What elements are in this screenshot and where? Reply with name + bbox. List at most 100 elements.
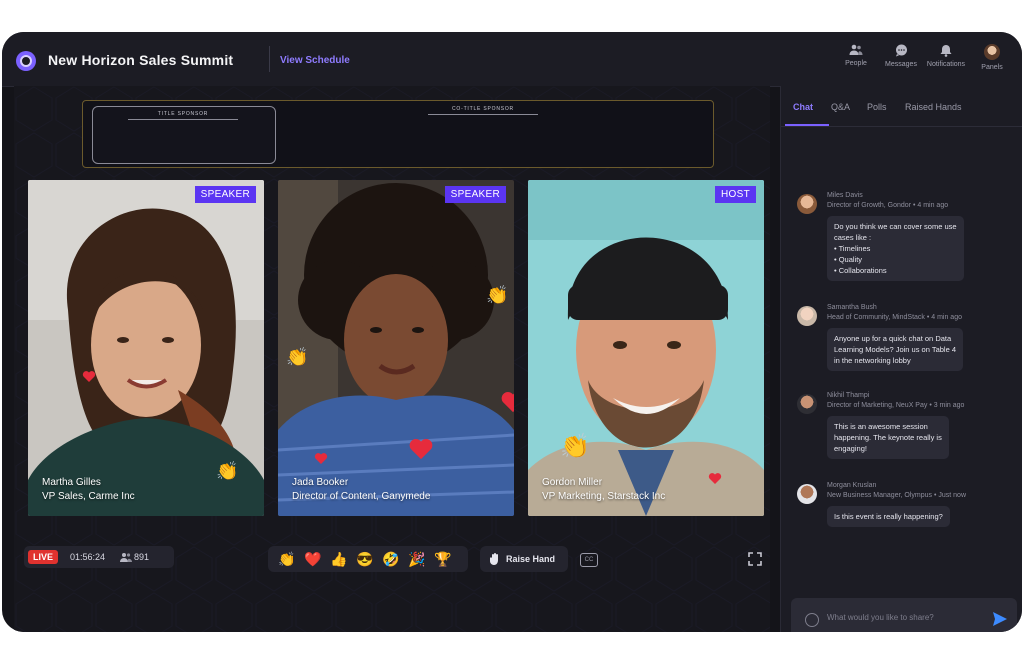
message-meta: Director of Growth, Gondor • 4 min ago: [827, 202, 949, 209]
app-window: New Horizon Sales Summit View Schedule P…: [2, 32, 1022, 632]
co-title-sponsor-label: CO-TITLE SPONSOR: [452, 106, 514, 112]
participant-title: Director of Content, Ganymede: [292, 491, 431, 502]
message-author: Miles Davis: [827, 192, 863, 199]
speaker-photo: [278, 180, 514, 516]
chat-input[interactable]: [825, 612, 979, 623]
message-meta: Head of Community, MindStack • 4 min ago: [827, 314, 962, 321]
avatar: [797, 484, 817, 504]
notifications-label: Notifications: [926, 61, 966, 68]
heart-icon: [82, 371, 96, 382]
event-title: New Horizon Sales Summit: [48, 52, 234, 68]
tab-chat[interactable]: Chat: [793, 102, 813, 112]
people-icon: [849, 44, 863, 55]
avatar: [984, 44, 1000, 60]
divider: [128, 119, 238, 120]
avatar: [797, 306, 817, 326]
emoji-icon[interactable]: [805, 613, 819, 627]
speaker-badge: SPEAKER: [444, 186, 506, 203]
message-line: Is this event is really happening?: [834, 512, 943, 521]
reactions-bar: 👏 ❤️ 👍 😎 🤣 🎉 🏆: [268, 546, 468, 572]
active-tab-indicator: [785, 124, 829, 126]
top-bar: New Horizon Sales Summit View Schedule P…: [2, 32, 1022, 87]
live-status: LIVE 01:56:24 891: [24, 546, 174, 568]
heart-icon: [501, 392, 514, 413]
message-line: • Quality: [834, 255, 863, 264]
message-line: This is an awesome session: [834, 422, 928, 431]
message-meta: New Business Manager, Olympus • Just now: [827, 492, 967, 499]
participant-nameplate: Jada Booker Director of Content, Ganymed…: [292, 476, 430, 504]
message-author: Morgan Kruslan: [827, 482, 877, 489]
host-badge: HOST: [715, 186, 756, 203]
raise-hand-label: Raise Hand: [506, 554, 556, 564]
trophy-reaction-button[interactable]: 🏆: [434, 550, 451, 568]
sidebar-tabs: Chat Q&A Polls Raised Hands: [781, 86, 1022, 127]
people-button[interactable]: People: [831, 44, 881, 67]
message-bubble: Is this event is really happening?: [827, 506, 950, 527]
people-label: People: [845, 60, 867, 67]
raise-hand-button[interactable]: Raise Hand: [480, 546, 568, 572]
message-meta: Director of Marketing, NeuX Pay • 3 min …: [827, 402, 965, 409]
bell-icon: [940, 45, 952, 57]
speaker-badge: SPEAKER: [194, 186, 256, 203]
profile-label: Panels: [981, 64, 1003, 71]
message-line: • Collaborations: [834, 266, 887, 275]
host-photo: [528, 180, 764, 516]
view-schedule-link[interactable]: View Schedule: [280, 55, 350, 66]
participant-title: VP Marketing, Starstack Inc: [542, 491, 666, 502]
tab-polls[interactable]: Polls: [867, 102, 887, 112]
divider: [269, 46, 270, 72]
heart-reaction-button[interactable]: ❤️: [304, 550, 321, 568]
tab-raised-hands[interactable]: Raised Hands: [905, 102, 962, 112]
clap-icon: 👏: [486, 285, 509, 305]
participant-name: Gordon Miller: [542, 477, 603, 488]
message-bubble: Anyone up for a quick chat on Data Learn…: [827, 328, 964, 371]
chat-composer: [791, 598, 1017, 632]
viewers-icon: [120, 553, 132, 562]
message-bubble: Do you think we can cover some use cases…: [827, 216, 964, 281]
heart-icon: [708, 473, 722, 484]
message-line: engaging!: [834, 444, 867, 453]
participant-nameplate: Martha Gilles VP Sales, Carme Inc: [42, 476, 135, 504]
clap-reaction-button[interactable]: 👏: [278, 550, 295, 568]
hand-icon: [490, 553, 498, 565]
message-author: Nikhil Thampi: [827, 392, 870, 399]
laugh-reaction-button[interactable]: 🤣: [382, 550, 399, 568]
session-timer: 01:56:24: [70, 552, 106, 562]
heart-icon: [409, 439, 433, 460]
clap-icon: 👏: [286, 347, 309, 367]
message-line: Anyone up for a quick chat on Data: [834, 334, 952, 343]
chat-sidebar: Chat Q&A Polls Raised Hands Miles Davis …: [780, 86, 1022, 632]
message-author: Samantha Bush: [827, 304, 877, 311]
clap-icon: 👏: [216, 461, 239, 481]
video-tile-speaker-1[interactable]: SPEAKER Martha Gilles VP Sales, Carme In…: [28, 180, 264, 516]
messages-button[interactable]: Messages: [876, 44, 926, 68]
fullscreen-icon[interactable]: [748, 552, 762, 566]
avatar: [797, 394, 817, 414]
cool-reaction-button[interactable]: 😎: [356, 550, 373, 568]
notifications-button[interactable]: Notifications: [921, 44, 971, 68]
event-logo[interactable]: [16, 51, 36, 71]
thumbs-up-reaction-button[interactable]: 👍: [330, 550, 347, 568]
video-tile-host[interactable]: HOST Gordon Miller VP Marketing, Starsta…: [528, 180, 764, 516]
title-sponsor-label: TITLE SPONSOR: [157, 111, 209, 117]
video-tile-speaker-2[interactable]: SPEAKER Jada Booker Director of Content,…: [278, 180, 514, 516]
participant-name: Martha Gilles: [42, 477, 101, 488]
captions-button[interactable]: CC: [580, 553, 598, 567]
message-line: Do you think we can cover some use: [834, 222, 957, 231]
tab-qa[interactable]: Q&A: [831, 102, 850, 112]
party-reaction-button[interactable]: 🎉: [408, 550, 425, 568]
message-line: in the networking lobby: [834, 356, 911, 365]
viewer-count: 891: [134, 552, 150, 562]
messages-icon: [895, 44, 907, 57]
divider: [428, 114, 538, 115]
controls-bar: LIVE 01:56:24 891 👏 ❤️ 👍 😎 🤣 🎉 🏆 Raise H…: [14, 538, 770, 588]
message-line: Learning Models? Join us on Table 4: [834, 345, 957, 354]
profile-button[interactable]: Panels: [967, 44, 1017, 71]
message-line: • Timelines: [834, 244, 871, 253]
participant-title: VP Sales, Carme Inc: [42, 491, 135, 502]
message-bubble: This is an awesome session happening. Th…: [827, 416, 949, 459]
send-icon[interactable]: [991, 610, 1009, 628]
clap-icon: 👏: [560, 433, 590, 460]
participant-name: Jada Booker: [292, 477, 349, 488]
messages-label: Messages: [885, 61, 917, 68]
